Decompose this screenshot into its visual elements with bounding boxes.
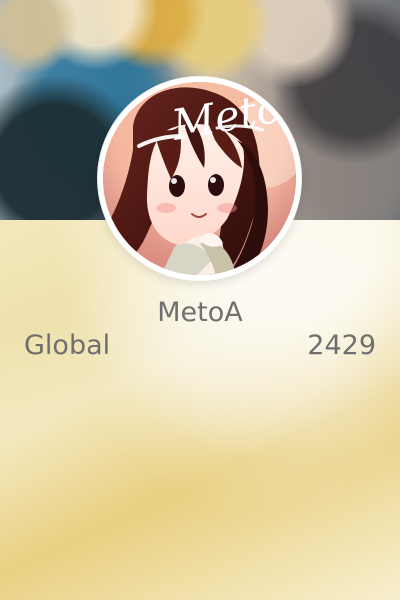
avatar-icon: Meto	[103, 82, 296, 275]
score-value: 2429	[307, 330, 376, 361]
stats-row: Global 2429	[24, 328, 376, 364]
avatar: Meto	[98, 77, 301, 280]
scope-label: Global	[24, 330, 111, 361]
username: MetoA	[157, 297, 243, 328]
avatar-illustration: Meto	[103, 82, 296, 275]
profile-screen: Meto MetoA Global 2429	[0, 0, 400, 600]
